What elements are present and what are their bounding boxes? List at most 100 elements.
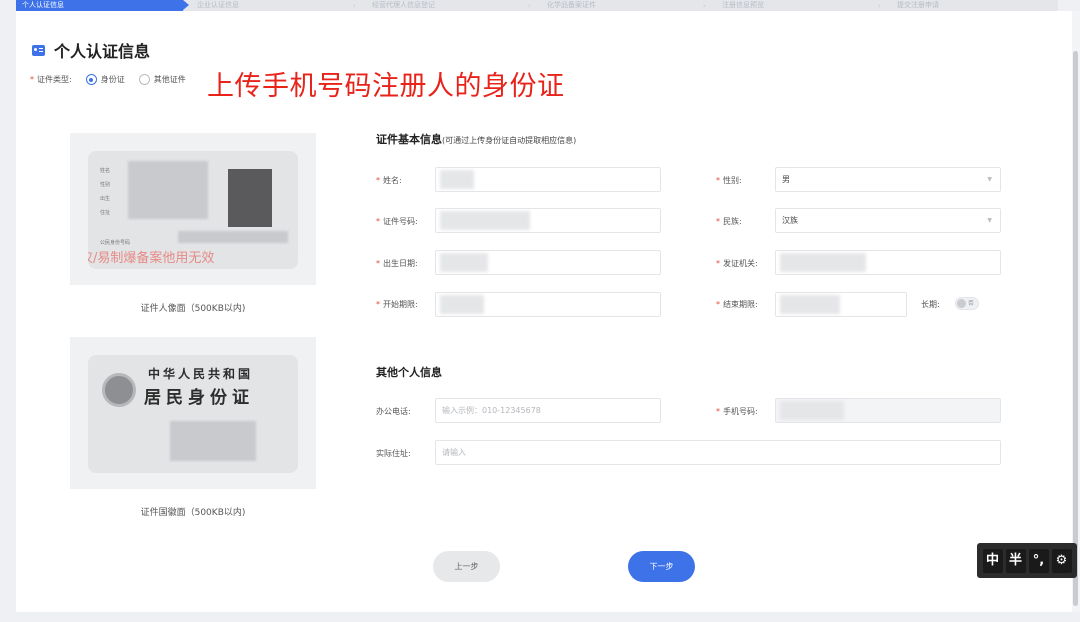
step-chemical-cert: 化学品备案证件 › [533,0,708,11]
id-front-image: 姓名 性别 出生 住址 公民身份号码 仅/易制爆备案他用无效 [88,151,298,269]
birth-date-label-text: 出生日期: [383,259,418,268]
blurred-value [780,401,844,420]
issuing-authority-input[interactable] [775,250,1001,275]
basic-info-hint: (可通过上传身份证自动提取相应信息) [442,136,577,145]
ime-toolbar: 中 半 °, ⚙ [977,543,1077,578]
id-back-upload[interactable]: 中华人民共和国 居民身份证 [70,337,316,489]
next-step-button[interactable]: 下一步 [628,551,695,582]
chevron-right-icon: › [877,1,881,10]
id-number-label: * 证件号码: [376,216,418,227]
blurred-photo [228,169,272,227]
ime-punctuation-button[interactable]: °, [1028,548,1049,573]
chevron-right-icon: › [527,1,531,10]
step-label: 注册信息预览 [722,1,764,9]
page-header: 个人认证信息 [32,38,150,62]
other-info-heading: 其他个人信息 [376,366,442,379]
card-field-mark: 出生 [100,196,111,202]
office-phone-label: 办公电话: [376,407,411,416]
required-mark: * [716,407,720,416]
required-mark: * [376,259,380,268]
prev-step-button[interactable]: 上一步 [433,551,500,582]
blurred-value [780,253,866,272]
required-mark: * [376,300,380,309]
end-date-label-text: 结束期限: [723,300,758,309]
address-placeholder: 请输入 [442,448,466,457]
radio-other-cert-label[interactable]: 其他证件 [154,74,186,85]
step-bar: 个人认证信息 企业认证信息 › 经营代理人信息登记 › 化学品备案证件 › 注册信息预… [16,0,1058,11]
step-label: 提交注册申请 [897,1,939,9]
blurred-region [170,421,256,461]
id-back-image: 中华人民共和国 居民身份证 [88,355,298,473]
step-personal-info: 个人认证信息 [16,0,189,11]
chevron-right-icon: › [702,1,706,10]
card-field-mark: 姓名 [100,168,111,174]
required-mark: * [716,217,720,226]
basic-info-heading: 证件基本信息(可通过上传身份证自动提取相应信息) [376,131,576,147]
scrollbar-thumb[interactable] [1073,51,1078,606]
step-submit: 提交注册申请 [883,0,1058,11]
mobile-label: * 手机号码: [716,406,758,417]
required-mark: * [376,217,380,226]
step-label: 个人认证信息 [22,1,64,9]
national-emblem-icon [102,373,136,407]
required-mark: * [716,259,720,268]
instruction-banner: 上传手机号码注册人的身份证 [207,71,565,102]
step-enterprise-info: 企业认证信息 › [183,0,358,11]
step-label: 化学品备案证件 [547,1,596,9]
issuing-authority-label: * 发证机关: [716,258,758,269]
blurred-region [178,231,288,243]
required-mark: * [716,176,720,185]
chevron-right-icon: › [352,1,356,10]
step-preview: 注册信息预览 › [708,0,883,11]
birth-date-input[interactable] [435,250,661,275]
id-back-caption: 证件国徽面（500KB以内) [140,508,246,518]
birth-date-label: * 出生日期: [376,258,418,269]
gender-value: 男 [782,175,790,184]
end-date-input[interactable] [775,292,907,317]
card-field-mark: 性别 [100,182,111,188]
radio-id-card[interactable] [85,74,97,85]
blurred-value [780,295,840,314]
gender-label-text: 性别: [723,176,742,185]
mobile-input[interactable] [775,398,1001,423]
id-card-icon [32,44,45,56]
blurred-value [440,253,488,272]
long-term-toggle-value: 否 [968,300,975,307]
gender-label: * 性别: [716,175,742,186]
radio-other-cert[interactable] [138,74,150,85]
id-front-caption: 证件人像面（500KB以内) [140,304,246,314]
ethnicity-label: * 民族: [716,216,742,227]
start-date-input[interactable] [435,292,661,317]
watermark-stamp: 仅/易制爆备案他用无效 [88,251,215,266]
id-number-input[interactable] [435,208,661,233]
gender-select[interactable]: 男 ▼ [775,167,1001,192]
ethnicity-select[interactable]: 汉族 ▼ [775,208,1001,233]
ethnicity-label-text: 民族: [723,217,742,226]
card-field-mark: 住址 [100,210,111,216]
ime-chinese-mode-button[interactable]: 中 [982,548,1003,573]
basic-info-title: 证件基本信息 [376,133,442,146]
cert-type-label: 证件类型: [37,75,72,84]
step-label: 经营代理人信息登记 [372,1,435,9]
blurred-value [440,211,530,230]
ime-half-width-button[interactable]: 半 [1005,548,1026,573]
required-mark: * [30,75,34,84]
office-phone-placeholder: 输入示例：010-12345678 [442,406,541,415]
chevron-down-icon: ▼ [987,176,992,183]
radio-id-card-label[interactable]: 身份证 [101,74,125,85]
name-input[interactable] [435,167,661,192]
name-label: * 姓名: [376,175,402,186]
office-phone-input[interactable]: 输入示例：010-12345678 [435,398,661,423]
id-front-upload[interactable]: 姓名 性别 出生 住址 公民身份号码 仅/易制爆备案他用无效 [70,133,316,285]
scrollbar[interactable] [1072,11,1080,612]
long-term-label: 长期: [921,300,940,309]
long-term-toggle[interactable]: 否 [955,297,979,310]
address-label: 实际住址: [376,449,411,458]
ime-settings-icon[interactable]: ⚙ [1051,548,1072,573]
id-back-title-2: 居民身份证 [144,388,254,408]
address-input[interactable]: 请输入 [435,440,1001,465]
ethnicity-value: 汉族 [782,216,798,225]
mobile-label-text: 手机号码: [723,407,758,416]
start-date-label: * 开始期限: [376,299,418,310]
page-title: 个人认证信息 [54,42,151,61]
